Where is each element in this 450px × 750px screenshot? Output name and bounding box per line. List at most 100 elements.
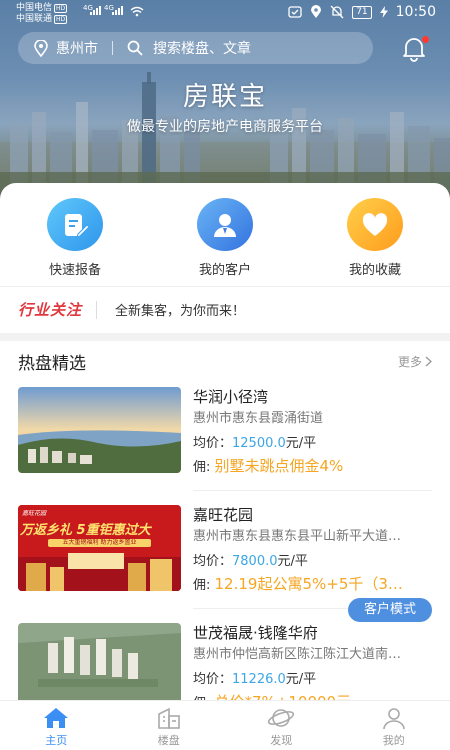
notice-divider — [96, 300, 98, 319]
tab-listings-label: 楼盘 — [157, 734, 180, 747]
listing-item[interactable]: 嘉旺花园 万返乡礼 5重钜惠过大 五大重磅福利 助力返乡置业 嘉旺花园 惠州市惠… — [18, 505, 432, 609]
listing-thumbnail — [18, 387, 181, 473]
price-value: 12500.0 — [232, 436, 286, 451]
search-icon — [127, 40, 143, 56]
hero-banner: 中国电信 HD 中国联通 HD 4G 4G 71 10:50 惠州市 搜索楼盘、… — [0, 0, 450, 200]
customer-mode-button[interactable]: 客户模式 — [348, 598, 432, 622]
carrier-1: 中国电信 — [16, 3, 53, 13]
user-profile-icon — [382, 708, 405, 730]
commission-value: 12.19起公寓5%+5千（3… — [214, 575, 403, 593]
my-customers-button[interactable]: 我的客户 — [150, 198, 300, 278]
listing-commission: 佣: 12.19起公寓5%+5千（3… — [193, 573, 432, 597]
bottom-tab-bar: 主页 楼盘 发现 我的 — [0, 700, 450, 750]
price-unit: 元/平 — [285, 672, 317, 687]
heart-favorite-icon — [347, 198, 403, 251]
tab-discover[interactable]: 发现 — [225, 701, 338, 750]
alarm-icon — [288, 6, 302, 18]
status-right: 71 10:50 — [288, 4, 436, 20]
price-unit: 元/平 — [277, 554, 308, 569]
listing-name: 世茂福晟·钱隆华府 — [193, 624, 318, 642]
signal-icon — [90, 6, 101, 15]
poster-brand: 嘉旺花园 — [22, 510, 47, 517]
quick-menu: 快速报备 我的客户 我的收藏 — [0, 198, 450, 278]
report-edit-icon — [47, 198, 103, 251]
listing-info: 嘉旺花园 惠州市惠东县惠东县平山新平大道… 均价：7800.0元/平 佣: 12… — [193, 505, 432, 597]
commission-label: 佣: — [193, 460, 215, 475]
clock-time: 10:50 — [395, 4, 436, 20]
more-label: 更多 — [397, 354, 422, 369]
listing-address: 惠州市惠东县霞涌街道 — [193, 411, 324, 426]
search-placeholder: 搜索楼盘、文章 — [153, 41, 251, 57]
section-gap — [0, 333, 450, 341]
price-label: 均价： — [193, 554, 233, 569]
city-selector[interactable]: 惠州市 — [18, 38, 98, 58]
location-icon — [311, 5, 322, 18]
listing-thumbnail: 嘉旺花园 万返乡礼 5重钜惠过大 五大重磅福利 助力返乡置业 — [18, 505, 181, 591]
coastal-resort-photo — [18, 387, 181, 473]
charging-icon — [379, 6, 388, 18]
brand-title: 房联宝 — [182, 82, 267, 112]
search-input[interactable]: 搜索楼盘、文章 — [127, 38, 251, 58]
wifi-icon — [130, 6, 144, 17]
brand-block: 房联宝 做最专业的房地产电商服务平台 — [0, 80, 450, 138]
carrier-2: 中国联通 — [16, 14, 53, 24]
battery-level: 71 — [352, 5, 372, 19]
quick-report-label: 快速报备 — [48, 263, 101, 278]
price-unit: 元/平 — [285, 436, 317, 451]
tab-home-label: 主页 — [45, 734, 68, 747]
hot-listings-header: 热盘精选 更多 — [18, 348, 432, 374]
listing-name: 嘉旺花园 — [193, 506, 254, 524]
my-favorites-button[interactable]: 我的收藏 — [300, 198, 450, 278]
my-favorites-label: 我的收藏 — [348, 263, 401, 278]
carrier-info: 中国电信 HD 中国联通 HD — [16, 3, 68, 25]
tab-discover-label: 发现 — [270, 734, 293, 747]
listing-name: 华润小径湾 — [193, 388, 269, 406]
industry-notice-bar[interactable]: 行业关注 全新集客，为你而来！ — [0, 287, 450, 332]
listing-price: 均价：11226.0元/平 — [193, 670, 432, 690]
tab-listings[interactable]: 楼盘 — [113, 701, 226, 750]
city-name: 惠州市 — [56, 41, 98, 57]
listing-price: 均价：12500.0元/平 — [193, 434, 432, 454]
listing-commission: 佣: 别墅未跳点佣金4% — [193, 455, 432, 479]
commission-value: 别墅未跳点佣金4% — [214, 457, 344, 475]
tab-profile[interactable]: 我的 — [338, 701, 450, 750]
price-value: 7800.0 — [232, 554, 278, 569]
aerial-project-render — [18, 623, 181, 709]
location-pin-icon — [34, 39, 48, 57]
listing-item[interactable]: 华润小径湾 惠州市惠东县霞涌街道 均价：12500.0元/平 佣: 别墅未跳点佣… — [18, 387, 432, 491]
poster-headline: 万返乡礼 5重钜惠过大 — [20, 523, 151, 538]
building-icon — [157, 707, 180, 729]
price-label: 均价： — [193, 672, 233, 687]
section-title: 热盘精选 — [18, 353, 86, 374]
price-label: 均价： — [193, 436, 233, 451]
tab-home[interactable]: 主页 — [0, 701, 113, 750]
my-customers-label: 我的客户 — [198, 263, 251, 278]
listing-address: 惠州市惠东县惠东县平山新平大道… — [193, 529, 402, 544]
hd-badge: HD — [54, 4, 68, 13]
promo-poster-image — [18, 505, 181, 591]
tab-profile-label: 我的 — [382, 734, 405, 747]
notification-dot — [422, 36, 429, 43]
poster-subline: 五大重磅福利 助力返乡置业 — [62, 539, 137, 546]
listing-thumbnail — [18, 623, 181, 709]
search-divider — [112, 41, 113, 55]
more-link[interactable]: 更多 — [398, 353, 432, 370]
hd-badge: HD — [54, 15, 68, 24]
signal-icon — [112, 6, 123, 15]
chevron-right-icon — [425, 356, 432, 366]
mute-bell-icon — [330, 5, 344, 19]
listing-price: 均价：7800.0元/平 — [193, 552, 432, 572]
search-bar: 惠州市 搜索楼盘、文章 — [18, 32, 373, 64]
listing-info: 华润小径湾 惠州市惠东县霞涌街道 均价：12500.0元/平 佣: 别墅未跳点佣… — [193, 387, 432, 479]
industry-notice-text: 全新集客，为你而来！ — [115, 304, 246, 319]
brand-slogan: 做最专业的房地产电商服务平台 — [127, 119, 323, 135]
planet-discover-icon — [268, 709, 295, 727]
commission-label: 佣: — [193, 578, 215, 593]
quick-report-button[interactable]: 快速报备 — [0, 198, 150, 278]
listing-address: 惠州市仲恺高新区陈江陈江大道南… — [193, 647, 402, 662]
customer-person-icon — [197, 198, 253, 251]
status-bar: 中国电信 HD 中国联通 HD 4G 4G 71 10:50 — [0, 0, 450, 28]
notification-bell-button[interactable] — [400, 34, 429, 62]
industry-notice-tag: 行业关注 — [18, 301, 83, 319]
home-icon — [44, 708, 69, 728]
